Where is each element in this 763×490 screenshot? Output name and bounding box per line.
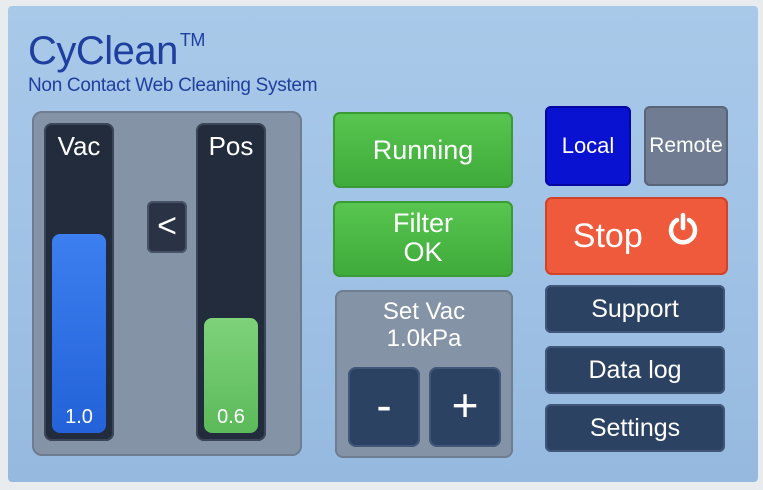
remote-mode-button[interactable]: Remote: [644, 106, 728, 186]
trademark-symbol: TM: [179, 30, 206, 50]
settings-button[interactable]: Settings: [545, 404, 725, 452]
vac-gauge-label: Vac: [57, 131, 101, 161]
hmi-screen: CyClean TM Non Contact Web Cleaning Syste…: [8, 6, 758, 482]
pos-gauge: Pos 0.6: [196, 123, 266, 441]
vac-decrease-button[interactable]: -: [348, 367, 420, 447]
brand-name: CyClean TM: [28, 20, 317, 71]
set-vac-title: Set Vac 1.0kPa: [335, 298, 513, 352]
set-vac-label: Set Vac: [382, 298, 466, 325]
filter-status-line2: OK: [403, 237, 443, 267]
filter-status-button[interactable]: Filter OK: [333, 201, 513, 277]
vac-gauge: Vac 1.0: [44, 123, 114, 441]
power-icon: [666, 196, 700, 274]
vac-gauge-value: 1.0: [65, 406, 93, 428]
brand-subtitle: Non Contact Web Cleaning System: [28, 75, 318, 96]
brand-name-text: CyClean: [28, 29, 178, 73]
local-mode-button[interactable]: Local: [545, 106, 631, 186]
stop-button[interactable]: Stop: [545, 197, 728, 275]
set-vac-value: 1.0kPa: [386, 325, 462, 352]
gauge-panel: Vac 1.0 < Pos 0.6: [32, 111, 302, 456]
comparison-indicator: <: [147, 201, 187, 253]
filter-status-line1: Filter: [393, 208, 453, 238]
vac-increase-button[interactable]: +: [429, 367, 501, 447]
brand-header: CyClean TM Non Contact Web Cleaning Syste…: [28, 20, 318, 97]
support-button[interactable]: Support: [545, 285, 725, 333]
pos-gauge-value: 0.6: [217, 406, 245, 428]
vac-gauge-fill: [52, 234, 106, 433]
stop-label: Stop: [572, 217, 643, 255]
data-log-button[interactable]: Data log: [545, 346, 725, 394]
set-vac-panel: Set Vac 1.0kPa - +: [335, 290, 513, 458]
pos-gauge-label: Pos: [208, 131, 254, 161]
running-status-button[interactable]: Running: [333, 112, 513, 188]
